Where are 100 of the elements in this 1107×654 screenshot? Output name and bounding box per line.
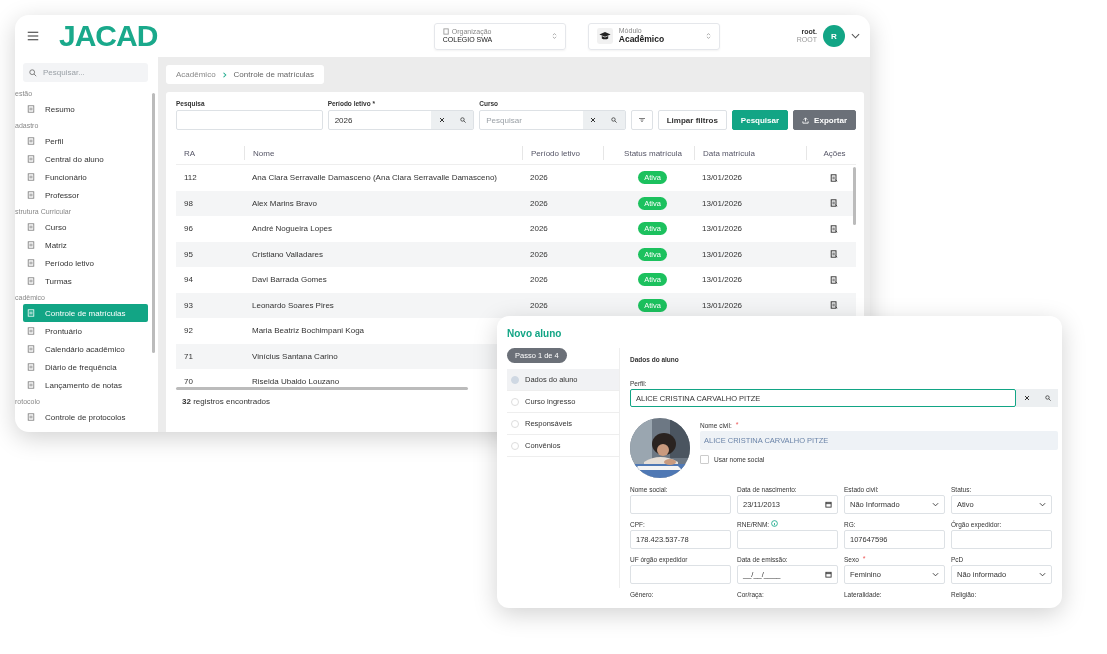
table-cell: 94	[184, 275, 193, 285]
sidebar-item[interactable]: Lançamento de notas	[23, 376, 148, 394]
logo: JACAD	[59, 21, 158, 51]
dialog-title: Novo aluno	[506, 327, 563, 339]
search-icon[interactable]	[1044, 395, 1051, 401]
column-header: Status matrícula	[624, 148, 682, 158]
chevron-down-icon	[1039, 501, 1046, 508]
table-cell: 2026	[530, 224, 548, 234]
table-cell: Alex Marins Bravo	[252, 198, 317, 208]
document-icon	[27, 413, 35, 421]
scrollbar[interactable]	[152, 93, 155, 353]
column-header: RA	[184, 148, 196, 158]
text-field[interactable]	[737, 530, 838, 549]
chevron-down-icon	[932, 571, 939, 578]
document-icon	[27, 381, 35, 389]
table-cell: Davi Barrada Gomes	[252, 275, 327, 285]
document-icon[interactable]	[830, 173, 838, 182]
sidebar-item[interactable]: Professor	[23, 186, 148, 204]
period-field[interactable]: 2026	[327, 110, 475, 130]
search-icon	[29, 68, 37, 77]
document-icon	[27, 137, 35, 145]
column-header: Período letivo	[531, 148, 580, 158]
close-icon[interactable]	[590, 117, 597, 123]
column-header: Nome	[253, 148, 275, 158]
column-header: Data matrícula	[703, 148, 756, 158]
chevron-down-icon	[1039, 571, 1046, 578]
document-icon	[27, 327, 35, 335]
menu-icon[interactable]	[27, 31, 39, 41]
scrollbar[interactable]	[176, 387, 468, 390]
document-icon	[27, 345, 35, 353]
text-field[interactable]	[951, 530, 1052, 549]
record-count: 32 registros encontrados	[182, 397, 271, 406]
column-header: Ações	[823, 148, 846, 158]
search-field[interactable]	[176, 110, 323, 130]
document-icon[interactable]	[830, 301, 838, 310]
table-cell: 92	[184, 326, 193, 336]
sidebar-item[interactable]: Turmas	[23, 272, 148, 290]
radio-icon	[511, 375, 519, 384]
search-icon[interactable]	[611, 117, 618, 123]
table-cell: Cristiano Valladares	[252, 249, 323, 259]
table-cell: 2026	[530, 300, 548, 310]
table-cell: 2026	[530, 198, 548, 208]
table-cell: 112	[184, 173, 197, 183]
table-cell: 13/01/2026	[702, 300, 743, 310]
document-icon	[27, 259, 35, 267]
breadcrumb-current: Controle de matrículas	[233, 70, 315, 79]
table-cell: 13/01/2026	[702, 275, 743, 285]
close-icon[interactable]	[438, 117, 445, 123]
table-cell: 2026	[530, 173, 548, 183]
document-icon[interactable]	[830, 224, 838, 233]
sort-icon	[705, 32, 711, 40]
table-cell: 2026	[530, 275, 548, 285]
document-icon	[27, 155, 35, 163]
sidebar-item[interactable]: Curso	[23, 218, 148, 236]
document-icon	[27, 363, 35, 371]
scrollbar[interactable]	[853, 167, 856, 225]
table-cell: 93	[184, 300, 193, 310]
document-icon[interactable]	[830, 250, 838, 259]
table-cell: 95	[184, 249, 193, 259]
sidebar-item[interactable]: Perfil	[23, 132, 148, 150]
chevron-down-icon[interactable]	[851, 33, 860, 39]
graduation-cap-icon	[596, 28, 613, 44]
document-icon	[27, 241, 35, 249]
table-cell: André Nogueira Lopes	[252, 224, 333, 234]
document-icon[interactable]	[830, 199, 838, 208]
table-cell: 96	[184, 224, 193, 234]
table-cell: 13/01/2026	[702, 249, 743, 259]
chevron-down-icon	[932, 501, 939, 508]
table-cell: 2026	[530, 249, 548, 259]
table-cell: 70	[184, 377, 193, 387]
close-icon[interactable]	[1023, 395, 1030, 401]
export-button[interactable]: Exportar	[793, 110, 856, 130]
text-field[interactable]	[630, 495, 731, 514]
table-cell: Vinícius Santana Carino	[252, 351, 338, 361]
sidebar-item[interactable]: Central do aluno	[23, 150, 148, 168]
document-icon	[27, 191, 35, 199]
sidebar-item[interactable]: Matriz	[23, 236, 148, 254]
calendar-icon	[825, 501, 832, 508]
sort-icon	[551, 32, 557, 40]
search-icon[interactable]	[459, 117, 466, 123]
document-icon[interactable]	[830, 275, 838, 284]
table-cell: 13/01/2026	[702, 198, 743, 208]
sidebar-item[interactable]: Funcionário	[23, 168, 148, 186]
document-icon	[27, 277, 35, 285]
filter-icon	[638, 117, 645, 123]
table-cell: Leonardo Soares Pires	[252, 300, 334, 310]
checkbox[interactable]	[700, 455, 709, 464]
sidebar-item[interactable]: Controle de protocolos	[23, 408, 148, 426]
sidebar-item[interactable]: Resumo	[23, 100, 148, 118]
breadcrumb-link[interactable]: Acadêmico	[176, 70, 216, 79]
sidebar-item[interactable]: Diário de frequência	[23, 358, 148, 376]
chevron-right-icon	[221, 71, 228, 78]
sidebar-item[interactable]: Calendário acadêmico	[23, 340, 148, 358]
clear-filters-button[interactable]: Limpar filtros	[657, 110, 727, 130]
document-icon	[27, 309, 35, 317]
sidebar-item[interactable]: Período letivo	[23, 254, 148, 272]
table-cell: Ana Clara Serravalle Damasceno (Ana Clara Serravalle Damasceno)	[252, 173, 497, 183]
text-field[interactable]	[630, 565, 731, 584]
upload-icon	[802, 116, 810, 124]
sidebar-item[interactable]: Prontuário	[23, 322, 148, 340]
